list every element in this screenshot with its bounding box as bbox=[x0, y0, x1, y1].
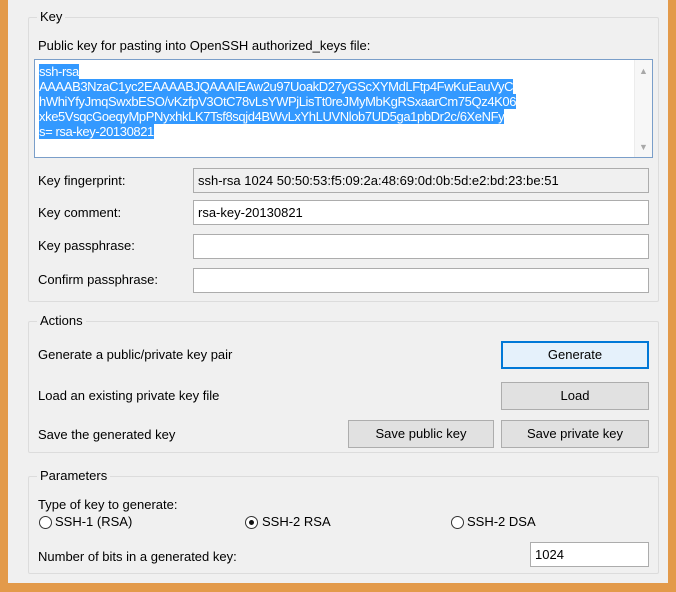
public-key-line: s= rsa-key-20130821 bbox=[39, 124, 154, 139]
passphrase-field[interactable] bbox=[193, 234, 649, 259]
key-group-title: Key bbox=[37, 9, 66, 25]
load-button[interactable]: Load bbox=[501, 382, 649, 410]
key-type-label: Type of key to generate: bbox=[38, 497, 178, 512]
public-key-text[interactable]: ssh-rsa AAAAB3NzaC1yc2EAAAABJQAAAIEAw2u9… bbox=[39, 64, 629, 139]
ssh2-dsa-radio[interactable] bbox=[451, 516, 464, 529]
scroll-up-icon[interactable]: ▲ bbox=[639, 66, 648, 76]
load-description: Load an existing private key file bbox=[38, 388, 220, 403]
public-key-textarea[interactable]: ssh-rsa AAAAB3NzaC1yc2EAAAABJQAAAIEAw2u9… bbox=[34, 59, 653, 158]
passphrase-label: Key passphrase: bbox=[38, 238, 135, 253]
ssh2-dsa-label[interactable]: SSH-2 DSA bbox=[467, 514, 536, 530]
confirm-passphrase-label: Confirm passphrase: bbox=[38, 272, 158, 287]
ssh2-rsa-label[interactable]: SSH-2 RSA bbox=[262, 514, 331, 530]
bits-field[interactable]: 1024 bbox=[530, 542, 649, 567]
puttygen-window: Key Public key for pasting into OpenSSH … bbox=[8, 0, 668, 583]
public-key-scrollbar[interactable]: ▲ ▼ bbox=[634, 60, 652, 157]
save-public-key-button[interactable]: Save public key bbox=[348, 420, 494, 448]
comment-label: Key comment: bbox=[38, 205, 122, 220]
generate-button[interactable]: Generate bbox=[501, 341, 649, 369]
public-key-label: Public key for pasting into OpenSSH auth… bbox=[38, 38, 371, 53]
generate-description: Generate a public/private key pair bbox=[38, 347, 233, 362]
confirm-passphrase-field[interactable] bbox=[193, 268, 649, 293]
ssh1-rsa-label[interactable]: SSH-1 (RSA) bbox=[55, 514, 132, 530]
ssh1-rsa-radio[interactable] bbox=[39, 516, 52, 529]
ssh2-rsa-radio[interactable] bbox=[245, 516, 258, 529]
save-private-key-button[interactable]: Save private key bbox=[501, 420, 649, 448]
public-key-line: xke5VsqcGoeqyMpPNyxhkLK7Tsf8sqjd4BWvLxYh… bbox=[39, 109, 505, 124]
public-key-line: AAAAB3NzaC1yc2EAAAABJQAAAIEAw2u97UoakD27… bbox=[39, 79, 514, 94]
fingerprint-label: Key fingerprint: bbox=[38, 173, 126, 188]
save-description: Save the generated key bbox=[38, 427, 176, 442]
public-key-line: hWhiYfyJmqSwxbESO/vKzfpV3OtC78vLsYWPjLis… bbox=[39, 94, 517, 109]
bits-label: Number of bits in a generated key: bbox=[38, 549, 237, 564]
comment-field[interactable]: rsa-key-20130821 bbox=[193, 200, 649, 225]
parameters-group-title: Parameters bbox=[37, 468, 111, 484]
fingerprint-field[interactable]: ssh-rsa 1024 50:50:53:f5:09:2a:48:69:0d:… bbox=[193, 168, 649, 193]
actions-group-title: Actions bbox=[37, 313, 86, 329]
scroll-down-icon[interactable]: ▼ bbox=[639, 142, 648, 152]
public-key-line: ssh-rsa bbox=[39, 64, 79, 79]
